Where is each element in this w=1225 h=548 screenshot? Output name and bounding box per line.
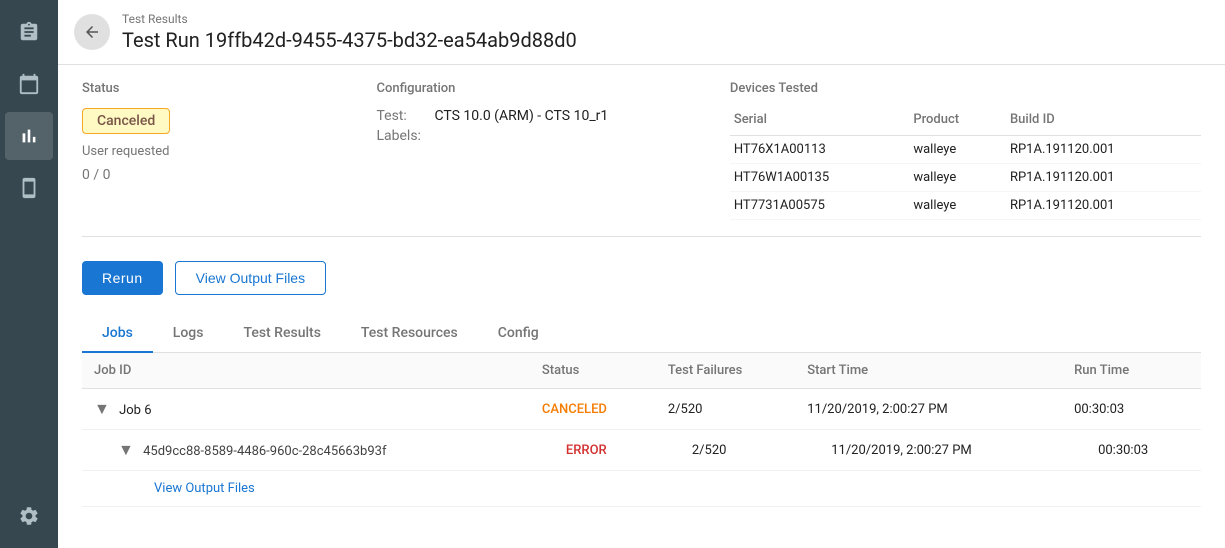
tab-config[interactable]: Config: [478, 315, 559, 353]
status-section: Status Canceled User requested 0 / 0: [82, 81, 376, 220]
device-serial: HT76W1A00135: [730, 164, 909, 192]
job-start-value: 11/20/2019, 2:00:27 PM: [807, 402, 948, 417]
calendar-icon[interactable]: [5, 60, 53, 108]
device-serial: HT76X1A00113: [730, 136, 909, 164]
jobs-col-failures: Test Failures: [656, 353, 795, 389]
devices-col-product: Product: [909, 108, 1006, 136]
table-row: HT76X1A00113 walleye RP1A.191120.001: [730, 136, 1201, 164]
jobs-col-id: Job ID: [82, 353, 530, 389]
table-row: ▼ 45d9cc88-8589-4486-960c-28c45663b93f E…: [82, 430, 1201, 471]
device-product: walleye: [909, 136, 1006, 164]
devices-col-build: Build ID: [1006, 108, 1201, 136]
tab-test-results[interactable]: Test Results: [223, 315, 340, 353]
progress-text: 0 / 0: [82, 167, 376, 183]
tab-jobs[interactable]: Jobs: [82, 315, 153, 353]
page-title: Test Run 19ffb42d-9455-4375-bd32-ea54ab9…: [122, 28, 577, 52]
config-test-value: CTS 10.0 (ARM) - CTS 10_r1: [434, 108, 608, 124]
table-row: ▼ Job 6 CANCELED 2/520 11/20/2019, 2:00:…: [82, 389, 1201, 430]
jobs-col-status: Status: [530, 353, 656, 389]
page-header: Test Results Test Run 19ffb42d-9455-4375…: [58, 0, 1225, 65]
main-content: Test Results Test Run 19ffb42d-9455-4375…: [58, 0, 1225, 548]
device-build-id: RP1A.191120.001: [1006, 136, 1201, 164]
devices-col-serial: Serial: [730, 108, 909, 136]
expand-icon[interactable]: ▼: [94, 399, 110, 419]
sub-job-id-cell: ▼ 45d9cc88-8589-4486-960c-28c45663b93f: [82, 430, 530, 471]
view-output-cell: View Output Files: [82, 471, 1201, 507]
sub-job-runtime-value: 00:30:03: [1098, 443, 1148, 458]
breadcrumb: Test Results: [122, 12, 577, 26]
sub-job-start-value: 11/20/2019, 2:00:27 PM: [831, 443, 972, 458]
phone-icon[interactable]: [5, 164, 53, 212]
sub-job-status-cell: ERROR: [530, 430, 656, 471]
jobs-col-start: Start Time: [795, 353, 1062, 389]
config-test-label: Test:: [376, 108, 426, 124]
clipboard-list-icon[interactable]: [5, 8, 53, 56]
info-row: Status Canceled User requested 0 / 0 Con…: [82, 81, 1201, 237]
job-start-cell: 11/20/2019, 2:00:27 PM: [795, 389, 1062, 430]
status-section-title: Status: [82, 81, 376, 96]
device-product: walleye: [909, 164, 1006, 192]
job-id-value: Job 6: [119, 403, 151, 418]
sub-job-id-value: 45d9cc88-8589-4486-960c-28c45663b93f: [143, 444, 386, 459]
expand-sub-icon[interactable]: ▼: [118, 440, 134, 460]
table-row: HT7731A00575 walleye RP1A.191120.001: [730, 192, 1201, 220]
jobs-col-runtime: Run Time: [1062, 353, 1201, 389]
job-status-cell: CANCELED: [530, 389, 656, 430]
header-info: Test Results Test Run 19ffb42d-9455-4375…: [122, 12, 577, 52]
table-row: View Output Files: [82, 471, 1201, 507]
configuration-section: Configuration Test: CTS 10.0 (ARM) - CTS…: [376, 81, 729, 220]
tabs: Jobs Logs Test Results Test Resources Co…: [82, 315, 1201, 353]
job-runtime-value: 00:30:03: [1074, 402, 1124, 417]
sub-job-runtime-cell: 00:30:03: [1062, 430, 1201, 471]
settings-icon[interactable]: [5, 492, 53, 540]
devices-table: Serial Product Build ID HT76X1A00113 wal…: [730, 108, 1201, 220]
job-id-cell: ▼ Job 6: [82, 389, 530, 430]
devices-section-title: Devices Tested: [730, 81, 1201, 96]
config-test-row: Test: CTS 10.0 (ARM) - CTS 10_r1: [376, 108, 729, 124]
back-button[interactable]: [74, 14, 110, 50]
device-build-id: RP1A.191120.001: [1006, 164, 1201, 192]
tab-test-resources[interactable]: Test Resources: [341, 315, 478, 353]
config-labels-label: Labels:: [376, 128, 426, 144]
tab-logs[interactable]: Logs: [153, 315, 224, 353]
device-build-id: RP1A.191120.001: [1006, 192, 1201, 220]
sub-job-status-value: ERROR: [566, 443, 607, 458]
device-serial: HT7731A00575: [730, 192, 909, 220]
job-status-value: CANCELED: [542, 402, 607, 417]
sub-job-failures-value: 2/520: [692, 443, 727, 458]
config-labels-row: Labels:: [376, 128, 729, 144]
bar-chart-icon[interactable]: [5, 112, 53, 160]
devices-section: Devices Tested Serial Product Build ID H…: [730, 81, 1201, 220]
content-area: Status Canceled User requested 0 / 0 Con…: [58, 65, 1225, 548]
sub-job-failures-cell: 2/520: [656, 430, 795, 471]
sub-job-start-cell: 11/20/2019, 2:00:27 PM: [795, 430, 1062, 471]
status-badge: Canceled: [82, 108, 170, 134]
job-runtime-cell: 00:30:03: [1062, 389, 1201, 430]
jobs-table: Job ID Status Test Failures Start Time R…: [82, 353, 1201, 507]
view-output-files-button[interactable]: View Output Files: [175, 261, 326, 295]
status-sub-label: User requested: [82, 144, 376, 159]
configuration-section-title: Configuration: [376, 81, 729, 96]
rerun-button[interactable]: Rerun: [82, 261, 163, 295]
action-buttons: Rerun View Output Files: [82, 261, 1201, 295]
view-output-link[interactable]: View Output Files: [142, 477, 267, 500]
sidebar: [0, 0, 58, 548]
table-row: HT76W1A00135 walleye RP1A.191120.001: [730, 164, 1201, 192]
job-failures-value: 2/520: [668, 402, 703, 417]
job-failures-cell: 2/520: [656, 389, 795, 430]
device-product: walleye: [909, 192, 1006, 220]
